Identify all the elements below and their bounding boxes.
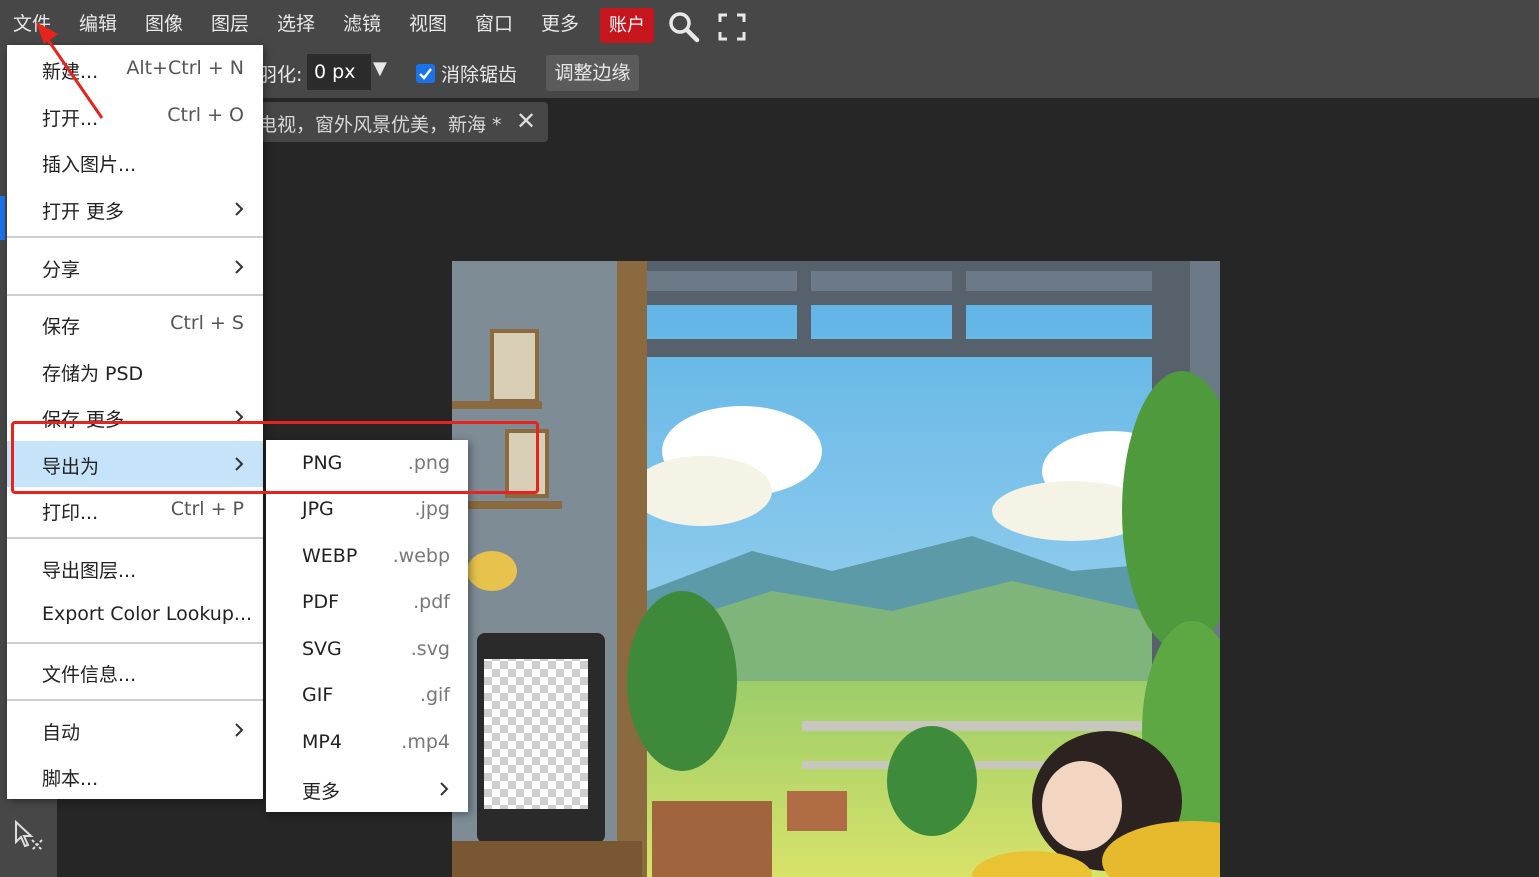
chevron-right-icon: [235, 202, 244, 216]
close-icon[interactable]: ✕: [516, 107, 536, 135]
menu-view[interactable]: 视图: [409, 10, 447, 38]
menu-filter[interactable]: 滤镜: [343, 10, 381, 38]
antialias-label: 消除锯齿: [441, 64, 518, 86]
export-format-ext: .pdf: [413, 591, 450, 613]
feather-label: 羽化:: [258, 64, 303, 86]
export-mp4[interactable]: MP4 .mp4: [266, 720, 468, 766]
feather-input[interactable]: 0 px: [307, 54, 371, 90]
menu-divider: [7, 699, 263, 701]
menu-item-label: 文件信息...: [42, 664, 137, 686]
search-icon[interactable]: [668, 11, 700, 43]
menu-divider: [7, 537, 263, 539]
menu-item-label: 打开 更多: [42, 201, 125, 223]
menu-file[interactable]: 文件: [13, 10, 51, 38]
export-format-label: 更多: [302, 781, 341, 803]
file-menu-script[interactable]: 脚本...: [7, 753, 263, 799]
chevron-right-icon: [235, 260, 244, 274]
export-format-ext: .jpg: [414, 498, 450, 520]
export-format-label: PNG: [302, 452, 343, 474]
menu-item-label: 保存: [42, 316, 81, 338]
menu-item-label: 导出为: [42, 456, 100, 478]
export-webp[interactable]: WEBP .webp: [266, 534, 468, 580]
select-tool-icon[interactable]: [12, 818, 46, 852]
canvas-image[interactable]: [452, 261, 1220, 877]
menu-item-shortcut: Ctrl + P: [170, 498, 244, 520]
file-menu-export-color-lookup[interactable]: Export Color Lookup...: [7, 592, 263, 638]
export-gif[interactable]: GIF .gif: [266, 673, 468, 719]
menu-item-shortcut: Ctrl + S: [170, 312, 244, 334]
file-menu-save-more[interactable]: 保存 更多: [7, 394, 263, 440]
export-format-ext: .webp: [392, 545, 450, 567]
chevron-right-icon: [235, 723, 244, 737]
menu-divider: [7, 236, 263, 238]
menu-divider: [7, 294, 263, 296]
export-format-label: WEBP: [302, 545, 358, 567]
active-tool-indicator: [0, 196, 5, 240]
menu-item-label: 打开...: [42, 108, 99, 130]
menu-item-label: 自动: [42, 722, 81, 744]
menu-edit[interactable]: 编辑: [79, 10, 117, 38]
menu-divider: [7, 642, 263, 644]
file-menu: 新建... Alt+Ctrl + N 打开... Ctrl + O 插入图片..…: [7, 45, 263, 799]
menu-item-label: 分享: [42, 259, 81, 281]
export-format-label: GIF: [302, 684, 334, 706]
export-submenu: PNG .png JPG .jpg WEBP .webp PDF .pdf SV…: [266, 440, 468, 812]
export-format-label: PDF: [302, 591, 340, 613]
antialias-checkbox[interactable]: [416, 64, 435, 83]
export-more[interactable]: 更多: [266, 766, 468, 812]
menu-item-label: 存储为 PSD: [42, 363, 144, 385]
menu-item-label: 导出图层...: [42, 560, 137, 582]
file-menu-export-layers[interactable]: 导出图层...: [7, 545, 263, 591]
menu-item-label: 打印...: [42, 502, 99, 524]
menu-item-shortcut: Alt+Ctrl + N: [126, 57, 244, 79]
menu-item-label: 新建...: [42, 61, 99, 83]
menu-item-label: 保存 更多: [42, 409, 125, 431]
menu-item-label: 脚本...: [42, 768, 99, 790]
landscape-illustration: [452, 261, 1220, 877]
file-menu-file-info[interactable]: 文件信息...: [7, 649, 263, 695]
menu-item-label: Export Color Lookup...: [42, 603, 253, 625]
chevron-right-icon: [440, 782, 449, 796]
file-menu-open-more[interactable]: 打开 更多: [7, 186, 263, 232]
menu-more[interactable]: 更多: [541, 10, 579, 38]
file-menu-export-as[interactable]: 导出为: [7, 441, 263, 487]
file-menu-print[interactable]: 打印... Ctrl + P: [7, 487, 263, 533]
file-menu-share[interactable]: 分享: [7, 244, 263, 290]
export-format-label: MP4: [302, 731, 342, 753]
file-menu-automate[interactable]: 自动: [7, 707, 263, 753]
export-format-ext: .svg: [410, 638, 450, 660]
file-menu-save-psd[interactable]: 存储为 PSD: [7, 348, 263, 394]
chevron-right-icon: [235, 410, 244, 424]
file-menu-open[interactable]: 打开... Ctrl + O: [7, 93, 263, 139]
file-menu-insert-image[interactable]: 插入图片...: [7, 139, 263, 185]
export-format-ext: .png: [407, 452, 450, 474]
export-png[interactable]: PNG .png: [266, 441, 468, 487]
chevron-right-icon: [235, 457, 244, 471]
fullscreen-icon[interactable]: [718, 13, 746, 41]
export-pdf[interactable]: PDF .pdf: [266, 580, 468, 626]
menu-layer[interactable]: 图层: [211, 10, 249, 38]
export-format-ext: .gif: [419, 684, 450, 706]
export-format-ext: .mp4: [401, 731, 450, 753]
menu-window[interactable]: 窗口: [475, 10, 513, 38]
account-button[interactable]: 账户: [600, 8, 654, 43]
menu-select[interactable]: 选择: [277, 10, 315, 38]
refine-edge-button[interactable]: 调整边缘: [546, 55, 639, 91]
menu-item-label: 插入图片...: [42, 154, 137, 176]
export-format-label: JPG: [302, 498, 334, 520]
document-tab[interactable]: 电视，窗外风景优美，新海 * ✕: [250, 102, 548, 142]
file-menu-new[interactable]: 新建... Alt+Ctrl + N: [7, 46, 263, 92]
export-format-label: SVG: [302, 638, 342, 660]
document-tab-title: 电视，窗外风景优美，新海 *: [258, 114, 502, 136]
file-menu-save[interactable]: 保存 Ctrl + S: [7, 301, 263, 347]
menubar: 文件 编辑 图像 图层 选择 滤镜 视图 窗口 更多 账户: [0, 0, 1539, 48]
menu-item-shortcut: Ctrl + O: [167, 104, 244, 126]
export-svg[interactable]: SVG .svg: [266, 627, 468, 673]
feather-dropdown-icon[interactable]: ▼: [373, 58, 387, 79]
export-jpg[interactable]: JPG .jpg: [266, 487, 468, 533]
menu-image[interactable]: 图像: [145, 10, 183, 38]
check-icon: [419, 68, 432, 80]
